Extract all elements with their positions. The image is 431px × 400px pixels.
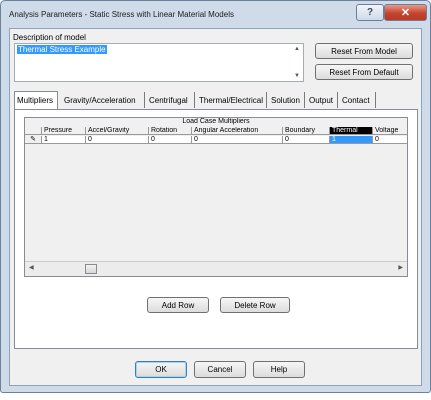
grid-horizontal-scrollbar[interactable]: ◀ ▶ <box>25 261 407 276</box>
question-icon: ? <box>366 7 374 18</box>
scroll-right-icon[interactable]: ▶ <box>398 264 403 271</box>
tab-solution[interactable]: Solution <box>269 92 305 108</box>
help-title-button[interactable]: ? <box>356 4 384 21</box>
scroll-up-icon[interactable]: ▲ <box>294 46 300 52</box>
grid-cell-selected[interactable]: 1 <box>330 136 373 144</box>
close-icon: ✕ <box>400 7 411 19</box>
scrollbar-thumb[interactable] <box>85 264 97 274</box>
description-scrollbar[interactable]: ▲ ▼ <box>291 44 303 81</box>
window-title: Analysis Parameters - Static Stress with… <box>9 10 234 19</box>
tab-centrifugal[interactable]: Centrifugal <box>147 92 195 108</box>
load-case-grid[interactable]: Load Case Multipliers Pressure Accel/Gra… <box>24 117 408 277</box>
grid-cell[interactable]: 0 <box>283 136 330 144</box>
dialog-window: Analysis Parameters - Static Stress with… <box>0 0 431 393</box>
column-header[interactable]: Angular Acceleration <box>192 127 283 135</box>
grid-cell[interactable]: 0 <box>86 136 149 144</box>
tab-contact[interactable]: Contact <box>340 92 376 108</box>
grid-title: Load Case Multipliers <box>182 118 250 125</box>
reset-from-default-button[interactable]: Reset From Default <box>315 64 413 80</box>
edit-pencil-icon[interactable]: ✎ <box>25 136 42 144</box>
help-button[interactable]: Help <box>253 361 305 378</box>
close-button[interactable]: ✕ <box>384 4 427 21</box>
reset-from-model-button[interactable]: Reset From Model <box>315 43 413 59</box>
tab-output[interactable]: Output <box>307 92 338 108</box>
description-value: Thermal Stress Example <box>17 45 107 54</box>
title-bar[interactable]: Analysis Parameters - Static Stress with… <box>1 1 430 27</box>
grid-header-row: Pressure Accel/Gravity Rotation Angular … <box>25 127 407 136</box>
column-header[interactable]: Accel/Gravity <box>86 127 149 135</box>
dialog-client-area: Description of model Thermal Stress Exam… <box>9 28 422 386</box>
ok-button[interactable]: OK <box>135 361 187 378</box>
add-row-button[interactable]: Add Row <box>147 297 209 313</box>
tab-multipliers[interactable]: Multipliers <box>14 91 58 109</box>
column-header-selected[interactable]: Thermal <box>330 127 373 135</box>
grid-cell[interactable]: 0 <box>373 136 407 144</box>
column-header[interactable]: Rotation <box>149 127 192 135</box>
delete-row-button[interactable]: Delete Row <box>220 297 290 313</box>
table-row: ✎ 1 0 0 0 0 1 0 <box>25 136 407 145</box>
column-header[interactable]: Voltage <box>373 127 407 135</box>
description-textarea[interactable]: Thermal Stress Example ▲ ▼ <box>14 43 304 82</box>
grid-cell[interactable]: 0 <box>192 136 283 144</box>
column-header[interactable]: Pressure <box>42 127 86 135</box>
tab-gravity-acceleration[interactable]: Gravity/Acceleration <box>62 92 145 108</box>
cancel-button[interactable]: Cancel <box>194 361 246 378</box>
description-label: Description of model <box>13 33 86 42</box>
scroll-down-icon[interactable]: ▼ <box>294 73 300 79</box>
row-header-corner <box>25 127 42 135</box>
tab-thermal-electrical[interactable]: Thermal/Electrical <box>197 92 267 108</box>
grid-cell[interactable]: 0 <box>149 136 192 144</box>
grid-cell[interactable]: 1 <box>42 136 86 144</box>
column-header[interactable]: Boundary <box>283 127 330 135</box>
scroll-left-icon[interactable]: ◀ <box>29 264 34 271</box>
